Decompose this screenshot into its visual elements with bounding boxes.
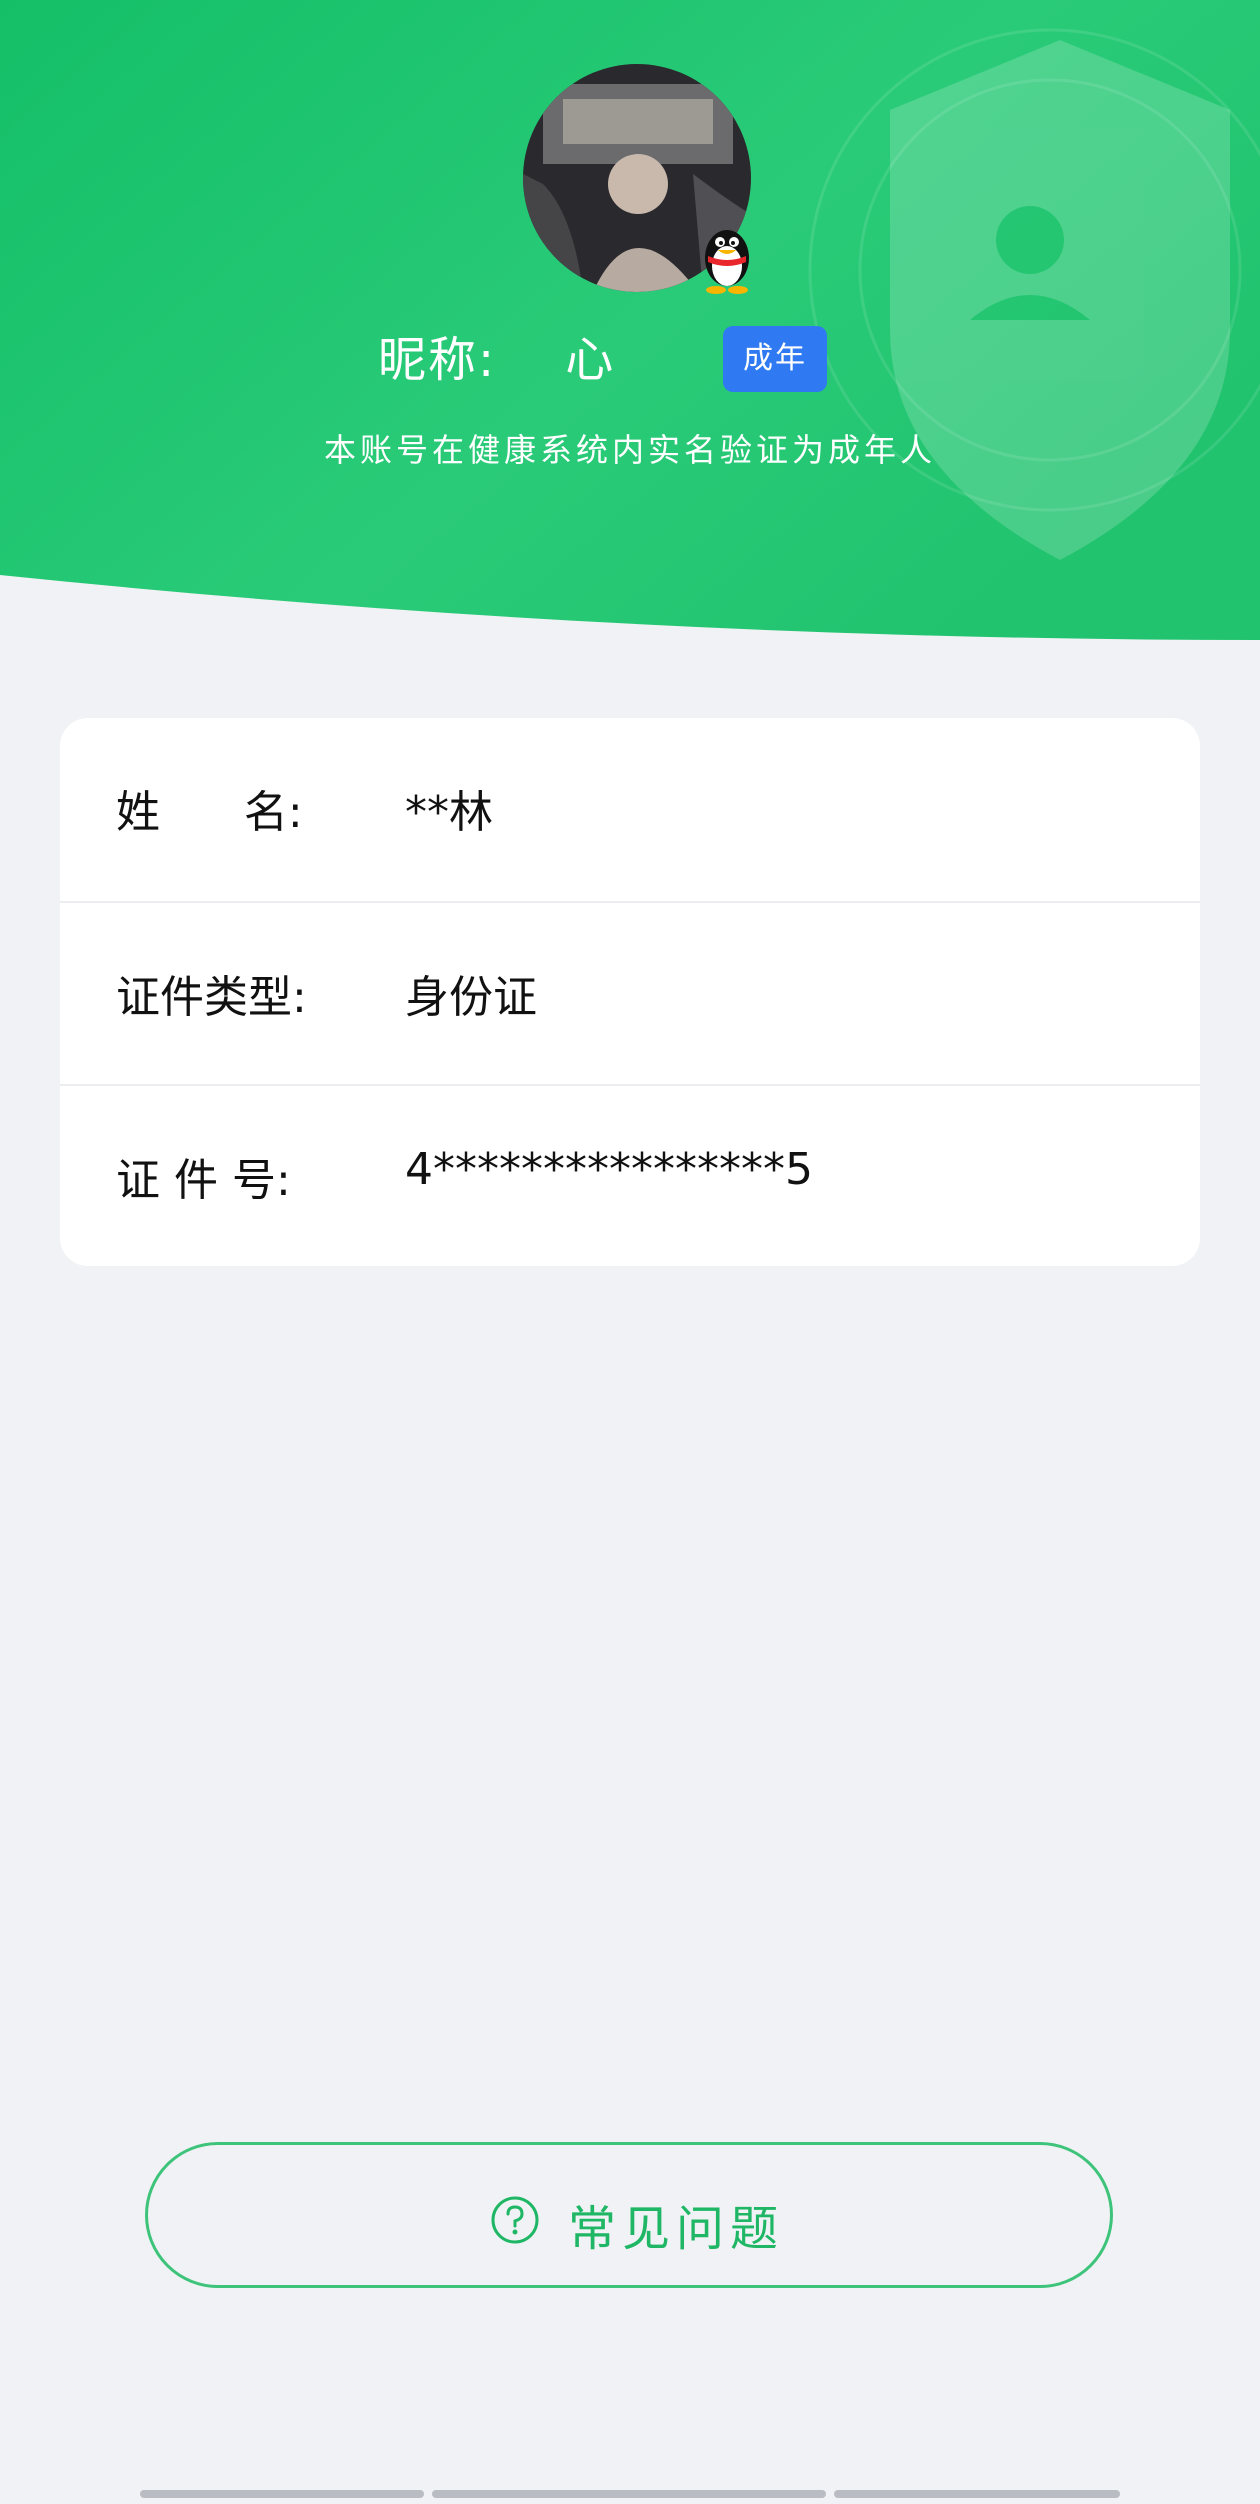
id-type-value: 身份证 bbox=[405, 972, 537, 1023]
name-row: 姓 名: **林 bbox=[60, 718, 1200, 901]
adult-status-badge: 成年 bbox=[723, 326, 827, 392]
scroll-indicator-center bbox=[432, 2490, 826, 2498]
id-number-label: 证 件 号: bbox=[116, 1155, 291, 1206]
question-circle-icon bbox=[491, 2196, 539, 2244]
name-value: **林 bbox=[405, 787, 493, 838]
scroll-indicator-right bbox=[834, 2490, 1120, 2498]
name-label: 姓 名: bbox=[116, 787, 303, 838]
id-type-label: 证件类型: bbox=[116, 972, 307, 1023]
scroll-indicator-left bbox=[140, 2490, 424, 2498]
faq-label: 常见问题 bbox=[568, 2201, 785, 2257]
profile-header: 昵称: 心 成年 本账号在健康系统内实名验证为成年人 bbox=[0, 0, 1260, 640]
id-number-value: 4****************5 bbox=[405, 1144, 813, 1195]
nickname: 昵称: 心 bbox=[378, 332, 616, 388]
id-type-row: 证件类型: 身份证 bbox=[60, 901, 1200, 1086]
identity-card: 姓 名: **林 证件类型: 身份证 证 件 号: 4*************… bbox=[60, 718, 1200, 1266]
faq-button[interactable]: 常见问题 bbox=[145, 2142, 1113, 2288]
id-number-row: 证 件 号: 4****************5 bbox=[60, 1084, 1200, 1269]
nickname-row: 昵称: 心 成年 bbox=[0, 310, 1260, 392]
verification-note: 本账号在健康系统内实名验证为成年人 bbox=[323, 431, 936, 469]
qq-penguin-icon bbox=[696, 218, 758, 294]
